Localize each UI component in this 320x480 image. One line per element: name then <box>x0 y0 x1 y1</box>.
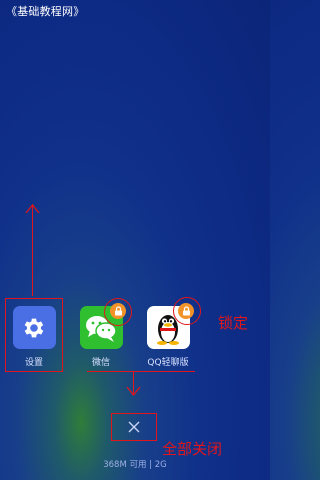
watermark-text: 《基础教程网》 <box>6 5 85 18</box>
lock-highlight-circle <box>104 298 132 326</box>
recent-app-settings[interactable]: 设置 <box>4 306 64 368</box>
close-all-annotation-label: 全部关闭 <box>162 440 223 458</box>
app-label: 微信 <box>91 358 110 368</box>
memory-status: 368M 可用 | 2G <box>103 460 167 470</box>
close-icon <box>128 421 140 433</box>
app-label: 设置 <box>24 358 43 368</box>
close-all-button[interactable] <box>111 413 157 441</box>
arrow-up-line <box>32 204 33 296</box>
lock-highlight-circle <box>173 297 201 325</box>
divider-line <box>87 371 195 372</box>
arrow-down-icon <box>126 386 141 396</box>
lock-annotation-label: 锁定 <box>218 314 249 332</box>
gear-icon <box>12 306 56 349</box>
app-label: QQ轻聊版 <box>147 358 189 368</box>
